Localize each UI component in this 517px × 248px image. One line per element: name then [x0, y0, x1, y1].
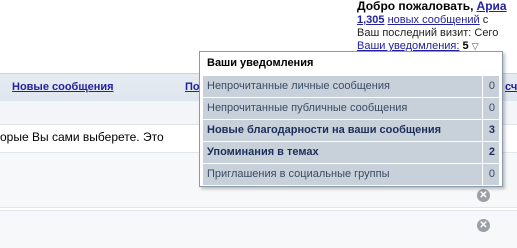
last-visit-text: Ваш последний визит: Сего [357, 27, 499, 39]
welcome-text: Добро пожаловать, [357, 0, 474, 13]
nav-new-posts[interactable]: Новые сообщения [12, 81, 114, 93]
popup-item-label: Приглашения в социальные группы [207, 168, 390, 180]
divider [482, 98, 483, 119]
popup-item[interactable]: Упоминания в темах 2 [203, 141, 499, 163]
popup-item-count: 2 [488, 146, 495, 158]
divider [482, 142, 483, 163]
new-posts-suffix: с [482, 14, 489, 26]
notice-row: ✕ [0, 210, 517, 248]
popup-item-count: 0 [488, 168, 495, 180]
nav-item-partial[interactable]: По [185, 81, 200, 93]
popup-item-count: 0 [488, 102, 495, 114]
popup-item-label: Новые благодарности на ваши сообщения [207, 124, 442, 136]
divider [482, 164, 483, 185]
popup-item-count: 0 [488, 80, 495, 92]
welcome-block: Добро пожаловать, Ариа 1,305 новых сообщ… [357, 0, 507, 53]
new-posts-link[interactable]: новых сообщений [388, 14, 480, 26]
popup-item[interactable]: Непрочитанные публичные сообщения 0 [203, 97, 499, 119]
popup-item[interactable]: Непрочитанные личные сообщения 0 [203, 75, 499, 97]
nav-item-partial-right[interactable]: сч [505, 81, 517, 93]
divider [482, 120, 483, 141]
popup-item[interactable]: Новые благодарности на ваши сообщения 3 [203, 119, 499, 141]
dismiss-icon[interactable]: ✕ [477, 189, 490, 202]
popup-title: Ваши уведомления [207, 57, 314, 69]
dismiss-icon[interactable]: ✕ [477, 219, 490, 232]
popup-item-label: Упоминания в темах [207, 146, 319, 158]
popup-item[interactable]: Приглашения в социальные группы 0 [203, 163, 499, 185]
popup-item-label: Непрочитанные личные сообщения [207, 80, 390, 92]
new-posts-count[interactable]: 1,305 [357, 14, 385, 26]
notifications-popup: Ваши уведомления Непрочитанные личные со… [199, 51, 503, 187]
notice-text: орые Вы сами выберете. Это [0, 130, 164, 144]
username-link[interactable]: Ариа [477, 0, 507, 13]
popup-item-count: 3 [488, 124, 495, 136]
popup-item-label: Непрочитанные публичные сообщения [207, 102, 408, 114]
dropdown-arrow-icon[interactable]: ▽ [472, 41, 479, 51]
divider [482, 76, 483, 97]
